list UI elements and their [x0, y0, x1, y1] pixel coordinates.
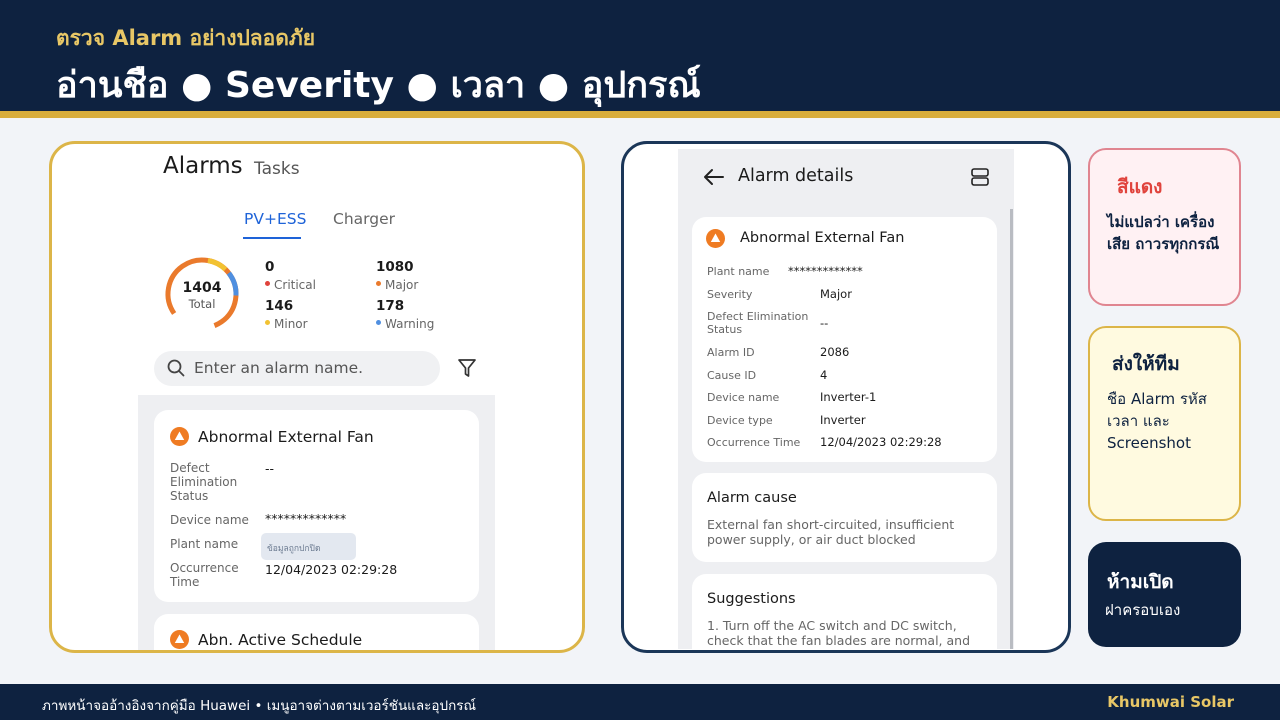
stat-minor-value: 146: [265, 298, 294, 314]
alarm-details-screenshot-frame: Alarm details Abnormal External Fan Plan…: [621, 141, 1071, 653]
alarm-card-title: Abn. Active Schedule: [198, 631, 363, 649]
note-heading: ห้ามเปิด: [1107, 571, 1174, 593]
detail-value: 12/04/2023 02:29:28: [820, 435, 942, 449]
alarm-info-title: Abnormal External Fan: [740, 230, 905, 246]
header-subtitle: ตรวจ Alarm อย่างปลอดภัย: [56, 26, 316, 50]
stat-minor-label: Minor: [265, 317, 308, 331]
suggestions-text: 1. Turn off the AC switch and DC switch,…: [707, 618, 971, 650]
detail-value: Inverter: [820, 413, 866, 427]
detail-label: Device name: [707, 391, 780, 404]
alarm-total-value: 1404: [182, 280, 222, 296]
alarm-details-screen: Alarm details Abnormal External Fan Plan…: [678, 149, 1014, 650]
note-do-not-open: ห้ามเปิด ฝาครอบเอง: [1088, 542, 1241, 647]
header-title: อ่านชือ ● Severity ● เวลา ● อุปกรณ์: [56, 65, 701, 106]
stat-critical-label: Critical: [265, 278, 316, 292]
alarm-details-title: Alarm details: [738, 166, 854, 186]
alarm-card[interactable]: Abn. Active Schedule: [154, 614, 479, 650]
suggestions-card: Suggestions 1. Turn off the AC switch an…: [692, 574, 997, 650]
note-heading: สีแดง: [1117, 176, 1163, 198]
detail-label: Alarm ID: [707, 346, 755, 359]
field-value: 12/04/2023 02:29:28: [265, 562, 398, 577]
detail-label: Cause ID: [707, 369, 757, 382]
suggestions-title: Suggestions: [707, 591, 796, 607]
note-body: ชือ Alarm รหัส เวลา และ Screenshot: [1107, 390, 1207, 452]
back-arrow-icon[interactable]: [702, 168, 724, 186]
detail-label: Defect Elimination Status: [707, 310, 809, 336]
alarm-search-input[interactable]: Enter an alarm name.: [154, 351, 440, 386]
stat-major-value: 1080: [376, 259, 414, 275]
major-dot-icon: [376, 281, 381, 286]
alarm-info-card: Abnormal External Fan Plant name *******…: [692, 217, 997, 462]
detail-value: *************: [788, 264, 863, 278]
detail-value: --: [820, 316, 829, 330]
detail-value: Inverter-1: [820, 390, 877, 404]
filter-icon[interactable]: [457, 358, 477, 379]
note-body: ฝาครอบเอง: [1105, 601, 1181, 619]
stat-warning-value: 178: [376, 298, 405, 314]
note-red-color: สีแดง ไม่แปลว่า เครื่องเสีย ถาวรทุกกรณี: [1088, 148, 1241, 306]
masked-plant-name-chip: ข้อมูลถูกปกปิด: [261, 533, 356, 560]
alarm-cause-text: External fan short-circuited, insufficie…: [707, 517, 955, 547]
field-label: Plant name: [170, 537, 239, 551]
critical-dot-icon: [265, 281, 270, 286]
alarm-warning-icon: [170, 427, 189, 446]
stat-major-label: Major: [376, 278, 418, 292]
field-label: Occurrence Time: [170, 561, 239, 589]
alarm-warning-icon: [170, 630, 189, 649]
stat-warning-label: Warning: [376, 317, 434, 331]
header-accent-stripe: [0, 111, 1280, 118]
detail-label: Device type: [707, 414, 773, 427]
alarm-card[interactable]: Abnormal External Fan Defect Elimination…: [154, 410, 479, 602]
footer-brand: Khumwai Solar: [1107, 693, 1234, 711]
footer-bar: ภาพหน้าจออ้างอิงจากคู่มือ Huawei • เมนูอ…: [0, 684, 1280, 720]
detail-label: Severity: [707, 288, 753, 301]
tab-active-underline: [243, 237, 301, 239]
alarms-screenshot-frame: Alarms Tasks PV+ESS Charger 1404 Total 0…: [49, 141, 585, 653]
note-send-to-team: ส่งให้ทีม ชือ Alarm รหัส เวลา และ Screen…: [1088, 326, 1241, 521]
warning-dot-icon: [376, 320, 381, 325]
stat-critical-value: 0: [265, 259, 275, 275]
alarm-card-title: Abnormal External Fan: [198, 428, 374, 446]
note-heading: ส่งให้ทีม: [1112, 353, 1180, 375]
search-placeholder: Enter an alarm name.: [194, 359, 364, 377]
search-icon: [167, 359, 185, 377]
detail-value: 4: [820, 368, 828, 382]
tab-charger[interactable]: Charger: [333, 210, 395, 228]
detail-label: Occurrence Time: [707, 436, 801, 449]
alarms-title: Alarms: [163, 153, 243, 179]
note-body: ไม่แปลว่า เครื่องเสีย ถาวรทุกกรณี: [1107, 213, 1220, 253]
alarm-cause-card: Alarm cause External fan short-circuited…: [692, 473, 997, 562]
field-label: Defect Elimination Status: [170, 461, 238, 503]
detail-value: 2086: [820, 345, 850, 359]
footer-note: ภาพหน้าจออ้างอิงจากคู่มือ Huawei • เมนูอ…: [42, 698, 477, 714]
detail-value: Major: [820, 287, 852, 301]
list-view-icon[interactable]: [970, 167, 990, 187]
tasks-tab[interactable]: Tasks: [254, 159, 300, 179]
scrollbar[interactable]: [1010, 209, 1013, 649]
field-value: --: [265, 461, 275, 476]
alarm-cause-title: Alarm cause: [707, 490, 797, 506]
alarm-total-label: Total: [188, 297, 216, 311]
tab-pv-ess[interactable]: PV+ESS: [244, 210, 306, 228]
minor-dot-icon: [265, 320, 270, 325]
field-label: Device name: [170, 513, 249, 527]
header-bar: ตรวจ Alarm อย่างปลอดภัย อ่านชือ ● Severi…: [0, 0, 1280, 111]
alarm-warning-icon: [706, 229, 725, 248]
field-value: *************: [265, 511, 347, 526]
